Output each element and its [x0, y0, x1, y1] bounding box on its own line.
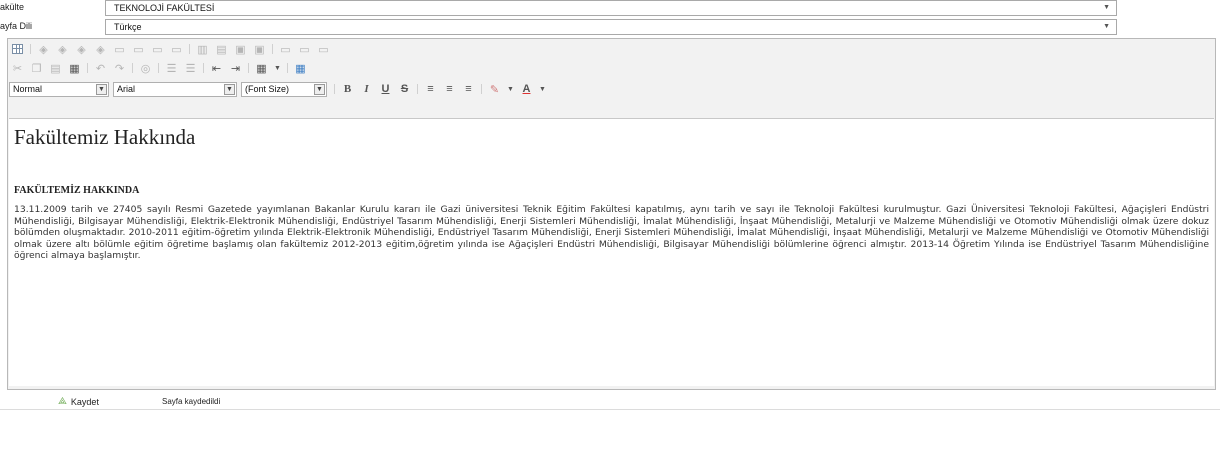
toolbar-separator	[189, 44, 190, 54]
merge-down-button[interactable]: ▭	[170, 42, 184, 56]
chevron-down-icon: ▼	[1103, 4, 1110, 11]
toolbar-separator	[158, 63, 159, 73]
toolbar-separator	[272, 44, 273, 54]
redo-icon[interactable]: ↷	[113, 61, 127, 75]
save-label: Kaydet	[70, 396, 99, 407]
faculty-row: akülte TEKNOLOJİ FAKÜLTESİ ▼	[0, 0, 1220, 16]
strikethrough-button[interactable]: S	[398, 82, 412, 96]
numbered-list-icon[interactable]: ☰	[165, 61, 179, 75]
chevron-down-icon: ▼	[1103, 23, 1110, 30]
status-message: Sayfa kaydedildi	[162, 397, 221, 406]
editor-content-area[interactable]: Fakültemiz Hakkında FAKÜLTEMİZ HAKKINDA …	[9, 118, 1214, 386]
font-size-value: (Font Size)	[245, 83, 290, 94]
language-label: ayfa Dili	[0, 21, 33, 31]
editor-footer: ⟁ Kaydet Sayfa kaydedildi	[0, 393, 1220, 410]
undo-icon[interactable]: ↶	[94, 61, 108, 75]
spellcheck-icon[interactable]: ◎	[139, 61, 153, 75]
indent-icon[interactable]: ⇥	[229, 61, 243, 75]
toolbar-separator	[417, 84, 418, 94]
align-right-icon[interactable]: ≡	[462, 82, 476, 96]
align-center-icon[interactable]: ≡	[443, 82, 457, 96]
bullet-list-icon[interactable]: ☰	[184, 61, 198, 75]
body-paragraph: 13.11.2009 tarih ve 27405 sayılı Resmi G…	[14, 204, 1209, 262]
bold-button[interactable]: B	[341, 82, 355, 96]
special-chars-icon[interactable]: ▦	[294, 61, 308, 75]
paste-special-icon[interactable]: ▦	[68, 61, 82, 75]
split-vertical-button[interactable]: ▤	[215, 42, 229, 56]
table-toolbar: ◈ ◈ ◈ ◈ ▭ ▭ ▭ ▭ ▥ ▤ ▣ ▣ ▭ ▭ ▭	[8, 39, 1215, 59]
toolbar-separator	[30, 44, 31, 54]
chevron-down-icon: ▼	[314, 83, 325, 95]
toolbar-separator	[132, 63, 133, 73]
split-horizontal-button[interactable]: ▥	[196, 42, 210, 56]
format-toolbar: Normal ▼ Arial ▼ (Font Size) ▼ B I U S ≡…	[8, 79, 1215, 99]
language-select[interactable]: Türkçe ▼	[105, 19, 1117, 35]
outdent-icon[interactable]: ⇤	[210, 61, 224, 75]
language-value: Türkçe	[114, 22, 142, 32]
font-size-select[interactable]: (Font Size) ▼	[241, 81, 327, 97]
chevron-down-icon[interactable]: ▼	[274, 61, 282, 75]
row-properties-button[interactable]: ▭	[279, 42, 293, 56]
delete-column-button[interactable]: ▭	[132, 42, 146, 56]
table-properties-button[interactable]: ▣	[253, 42, 267, 56]
chevron-down-icon[interactable]: ▼	[539, 82, 547, 96]
table-wizard-button[interactable]: ▭	[317, 42, 331, 56]
faculty-value: TEKNOLOJİ FAKÜLTESİ	[114, 3, 215, 13]
cell-properties-button[interactable]: ▣	[234, 42, 248, 56]
insert-row-below-button[interactable]: ◈	[56, 42, 70, 56]
toolbar-separator	[203, 63, 204, 73]
faculty-label: akülte	[0, 2, 25, 12]
toolbar-separator	[481, 84, 482, 94]
align-left-icon[interactable]: ≡	[424, 82, 438, 96]
font-color-button[interactable]: A	[520, 82, 534, 96]
table-dropdown-icon[interactable]: ▦	[255, 61, 269, 75]
chevron-down-icon: ▼	[96, 83, 107, 95]
insert-row-above-button[interactable]: ◈	[37, 42, 51, 56]
cut-icon[interactable]: ✂	[11, 61, 25, 75]
language-row: ayfa Dili Türkçe ▼	[0, 19, 1220, 35]
font-family-value: Arial	[117, 83, 136, 94]
italic-button[interactable]: I	[360, 82, 374, 96]
paste-icon[interactable]: ▤	[49, 61, 63, 75]
font-family-select[interactable]: Arial ▼	[113, 81, 237, 97]
paragraph-format-select[interactable]: Normal ▼	[9, 81, 109, 97]
delete-row-button[interactable]: ▭	[113, 42, 127, 56]
toolbar-separator	[334, 84, 335, 94]
save-button[interactable]: ⟁ Kaydet	[58, 396, 99, 407]
edit-toolbar: ✂ ❐ ▤ ▦ ↶ ↷ ◎ ☰ ☰ ⇤ ⇥ ▦ ▼ ▦	[8, 58, 1215, 78]
insert-column-left-button[interactable]: ◈	[75, 42, 89, 56]
section-heading: FAKÜLTEMİZ HAKKINDA	[14, 185, 140, 196]
insert-column-right-button[interactable]: ◈	[94, 42, 108, 56]
toolbar-separator	[248, 63, 249, 73]
copy-icon[interactable]: ❐	[30, 61, 44, 75]
rich-text-editor: ◈ ◈ ◈ ◈ ▭ ▭ ▭ ▭ ▥ ▤ ▣ ▣ ▭ ▭ ▭ ✂ ❐ ▤ ▦ ↶ …	[7, 38, 1216, 390]
underline-button[interactable]: U	[379, 82, 393, 96]
chevron-down-icon: ▼	[224, 83, 235, 95]
chevron-down-icon[interactable]: ▼	[507, 82, 515, 96]
save-icon: ⟁	[58, 396, 67, 407]
page-title: Fakültemiz Hakkında	[14, 125, 196, 149]
merge-right-button[interactable]: ▭	[151, 42, 165, 56]
toolbar-separator	[287, 63, 288, 73]
highlight-color-icon[interactable]: ✎	[488, 82, 502, 96]
faculty-select[interactable]: TEKNOLOJİ FAKÜLTESİ ▼	[105, 0, 1117, 16]
toolbar-separator	[87, 63, 88, 73]
column-properties-button[interactable]: ▭	[298, 42, 312, 56]
insert-table-button[interactable]	[11, 42, 25, 56]
table-icon	[12, 44, 23, 54]
paragraph-format-value: Normal	[13, 83, 43, 94]
